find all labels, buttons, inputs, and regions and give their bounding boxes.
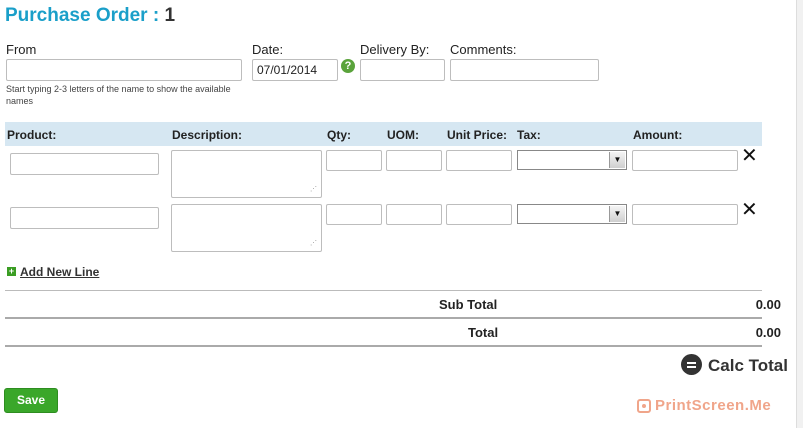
row1-qty-input[interactable]: [326, 150, 382, 171]
row2-tax-select[interactable]: ▼: [517, 204, 627, 224]
col-product: Product:: [7, 128, 57, 142]
row2-unit-price-input[interactable]: [446, 204, 512, 225]
row1-product-input[interactable]: [10, 153, 159, 175]
equals-icon[interactable]: [681, 354, 702, 375]
row2-description-input[interactable]: [171, 204, 322, 252]
chevron-down-icon[interactable]: ▼: [609, 152, 625, 168]
close-icon[interactable]: ✕: [741, 146, 758, 166]
total-label: Total: [468, 325, 499, 340]
close-icon[interactable]: ✕: [741, 200, 758, 220]
col-tax: Tax:: [517, 128, 541, 142]
row2-qty-input[interactable]: [326, 204, 382, 225]
page-title-label: Purchase Order :: [5, 5, 160, 26]
from-label: From: [6, 42, 37, 57]
from-input[interactable]: [6, 59, 242, 81]
subtotal-value: 0.00: [755, 297, 781, 312]
delivery-label: Delivery By:: [360, 42, 430, 57]
row1-tax-select[interactable]: ▼: [517, 150, 627, 170]
camera-icon: [637, 399, 651, 413]
row2-uom-input[interactable]: [386, 204, 442, 225]
plus-icon[interactable]: +: [7, 267, 16, 276]
divider: [5, 345, 762, 347]
scrollbar[interactable]: [796, 0, 803, 428]
divider: [5, 317, 762, 319]
row1-description-input[interactable]: [171, 150, 322, 198]
comments-input[interactable]: [450, 59, 599, 81]
row2-product-input[interactable]: [10, 207, 159, 229]
page-title: Purchase Order : 1: [5, 5, 175, 27]
order-number: 1: [164, 5, 176, 26]
row2-amount-input[interactable]: [632, 204, 738, 225]
help-icon[interactable]: ?: [341, 59, 355, 73]
save-button[interactable]: Save: [4, 388, 58, 413]
col-unit-price: Unit Price:: [447, 128, 508, 142]
subtotal-label: Sub Total: [439, 297, 498, 312]
watermark-text: PrintScreen.Me: [655, 397, 772, 414]
date-label: Date:: [252, 42, 284, 57]
comments-label: Comments:: [450, 42, 517, 57]
total-value: 0.00: [755, 325, 781, 340]
divider: [5, 290, 762, 291]
chevron-down-icon[interactable]: ▼: [609, 206, 625, 222]
row1-uom-input[interactable]: [386, 150, 442, 171]
col-amount: Amount:: [633, 128, 683, 142]
row1-amount-input[interactable]: [632, 150, 738, 171]
add-new-line-link[interactable]: Add New Line: [20, 265, 99, 279]
col-uom: UOM:: [387, 128, 419, 142]
col-description: Description:: [172, 128, 243, 142]
col-qty: Qty:: [327, 128, 351, 142]
delivery-input[interactable]: [360, 59, 445, 81]
date-input[interactable]: [252, 59, 338, 81]
row1-unit-price-input[interactable]: [446, 150, 512, 171]
from-hint: Start typing 2-3 letters of the name to …: [6, 84, 231, 106]
calc-total-button[interactable]: Calc Total: [708, 356, 788, 376]
